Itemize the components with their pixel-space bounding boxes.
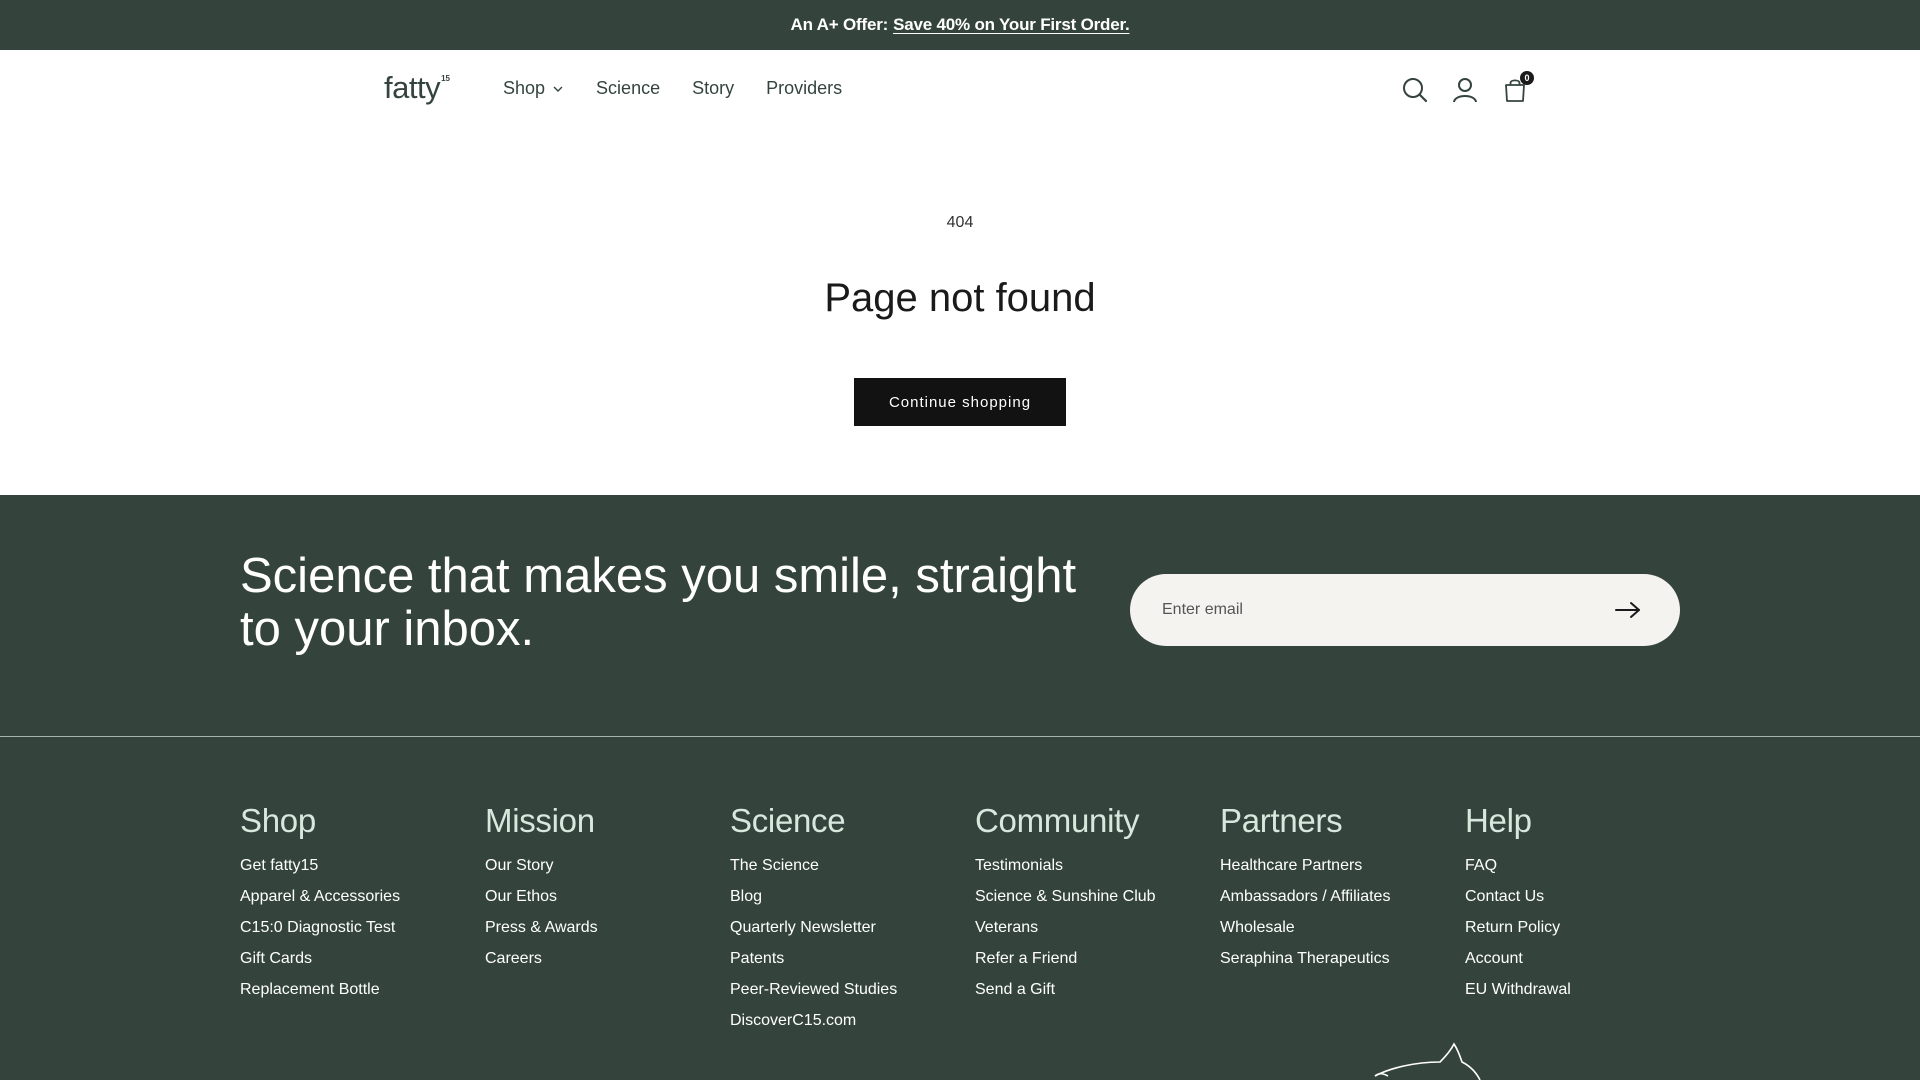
main-nav: Shop Science Story Providers [503, 78, 874, 99]
footer-column-title: Partners [1220, 802, 1343, 839]
nav-item-shop[interactable]: Shop [503, 78, 564, 99]
footer-link[interactable]: Press & Awards [485, 918, 725, 949]
footer-link[interactable]: Healthcare Partners [1220, 856, 1460, 887]
footer-link[interactable]: Send a Gift [975, 980, 1215, 1011]
dolphin-icon [1374, 1042, 1481, 1080]
footer-link[interactable]: Refer a Friend [975, 949, 1215, 980]
footer-link[interactable]: Blog [730, 887, 970, 918]
nav-item-story[interactable]: Story [692, 78, 734, 99]
logo[interactable]: fatty 15 [384, 70, 450, 110]
account-icon[interactable] [1450, 75, 1480, 105]
continue-shopping-button[interactable]: Continue shopping [854, 378, 1066, 426]
logo-text: fatty [384, 70, 441, 105]
announcement-offer-link[interactable]: Save 40% on Your First Order. [893, 15, 1130, 35]
footer-link[interactable]: Account [1465, 949, 1705, 980]
footer-link[interactable]: Science & Sunshine Club [975, 887, 1215, 918]
footer-link[interactable]: Return Policy [1465, 918, 1705, 949]
nav-item-label: Science [596, 78, 661, 98]
footer-link[interactable]: Our Story [485, 856, 725, 887]
footer-column-title: Community [975, 802, 1140, 839]
footer-link[interactable]: Testimonials [975, 856, 1215, 887]
footer-column-title: Mission [485, 802, 595, 839]
footer-link[interactable]: EU Withdrawal [1465, 980, 1705, 1011]
footer-link[interactable]: Peer-Reviewed Studies [730, 980, 970, 1011]
announcement-lead: An A+ Offer: [790, 15, 889, 34]
newsletter-section: Science that makes you smile, straight t… [0, 495, 1920, 737]
footer-link[interactable]: Our Ethos [485, 887, 725, 918]
footer-link[interactable]: C15:0 Diagnostic Test [240, 918, 480, 949]
email-input[interactable] [1162, 601, 1608, 619]
footer-link[interactable]: Replacement Bottle [240, 980, 480, 1011]
footer-column-title: Help [1465, 802, 1532, 839]
footer-column-help: Help FAQ Contact Us Return Policy Accoun… [1465, 802, 1705, 1011]
footer-column-partners: Partners Healthcare Partners Ambassadors… [1220, 802, 1460, 980]
footer-column-shop: Shop Get fatty15 Apparel & Accessories C… [240, 802, 480, 1011]
nav-item-label: Providers [766, 78, 843, 98]
arrow-right-icon [1615, 602, 1640, 618]
footer-link[interactable]: Seraphina Therapeutics [1220, 949, 1460, 980]
footer-link[interactable]: The Science [730, 856, 970, 887]
newsletter-form [1130, 574, 1680, 646]
footer-link[interactable]: Patents [730, 949, 970, 980]
footer-link[interactable]: Veterans [975, 918, 1215, 949]
nav-item-label: Shop [503, 78, 546, 98]
footer-column-community: Community Testimonials Science & Sunshin… [975, 802, 1215, 1011]
search-icon[interactable] [1400, 75, 1430, 105]
footer-column-mission: Mission Our Story Our Ethos Press & Awar… [485, 802, 725, 980]
footer-column-title: Shop [240, 802, 316, 839]
footer-link[interactable]: DiscoverC15.com [730, 1011, 970, 1042]
nav-item-providers[interactable]: Providers [766, 78, 842, 99]
footer-link[interactable]: Get fatty15 [240, 856, 480, 887]
footer-link[interactable]: Contact Us [1465, 887, 1705, 918]
footer-link[interactable]: Gift Cards [240, 949, 480, 980]
footer-link[interactable]: Ambassadors / Affiliates [1220, 887, 1460, 918]
footer-link[interactable]: Quarterly Newsletter [730, 918, 970, 949]
site-header: fatty 15 Shop Science Story Providers 0 [0, 50, 1920, 130]
announcement-bar: An A+ Offer: Save 40% on Your First Orde… [0, 0, 1920, 50]
page-title: Page not found [824, 276, 1096, 320]
footer-column-science: Science The Science Blog Quarterly Newsl… [730, 802, 970, 1042]
newsletter-submit-button[interactable] [1608, 590, 1648, 630]
cart-count-badge: 0 [1520, 71, 1534, 85]
cart-icon[interactable]: 0 [1500, 71, 1534, 105]
footer-link[interactable]: Careers [485, 949, 725, 980]
newsletter-heading: Science that makes you smile, straight t… [240, 549, 1077, 656]
nav-item-label: Story [692, 78, 735, 98]
nav-item-science[interactable]: Science [596, 78, 660, 99]
site-footer: Shop Get fatty15 Apparel & Accessories C… [0, 737, 1920, 1080]
footer-link[interactable]: Apparel & Accessories [240, 887, 480, 918]
footer-link[interactable]: Wholesale [1220, 918, 1460, 949]
error-code: 404 [946, 214, 974, 231]
logo-superscript: 15 [441, 74, 450, 83]
header-icons: 0 [1400, 71, 1550, 105]
not-found-section: 404 Page not found Continue shopping [0, 130, 1920, 495]
footer-column-title: Science [730, 802, 846, 839]
chevron-down-icon [553, 86, 563, 92]
footer-link[interactable]: FAQ [1465, 856, 1705, 887]
